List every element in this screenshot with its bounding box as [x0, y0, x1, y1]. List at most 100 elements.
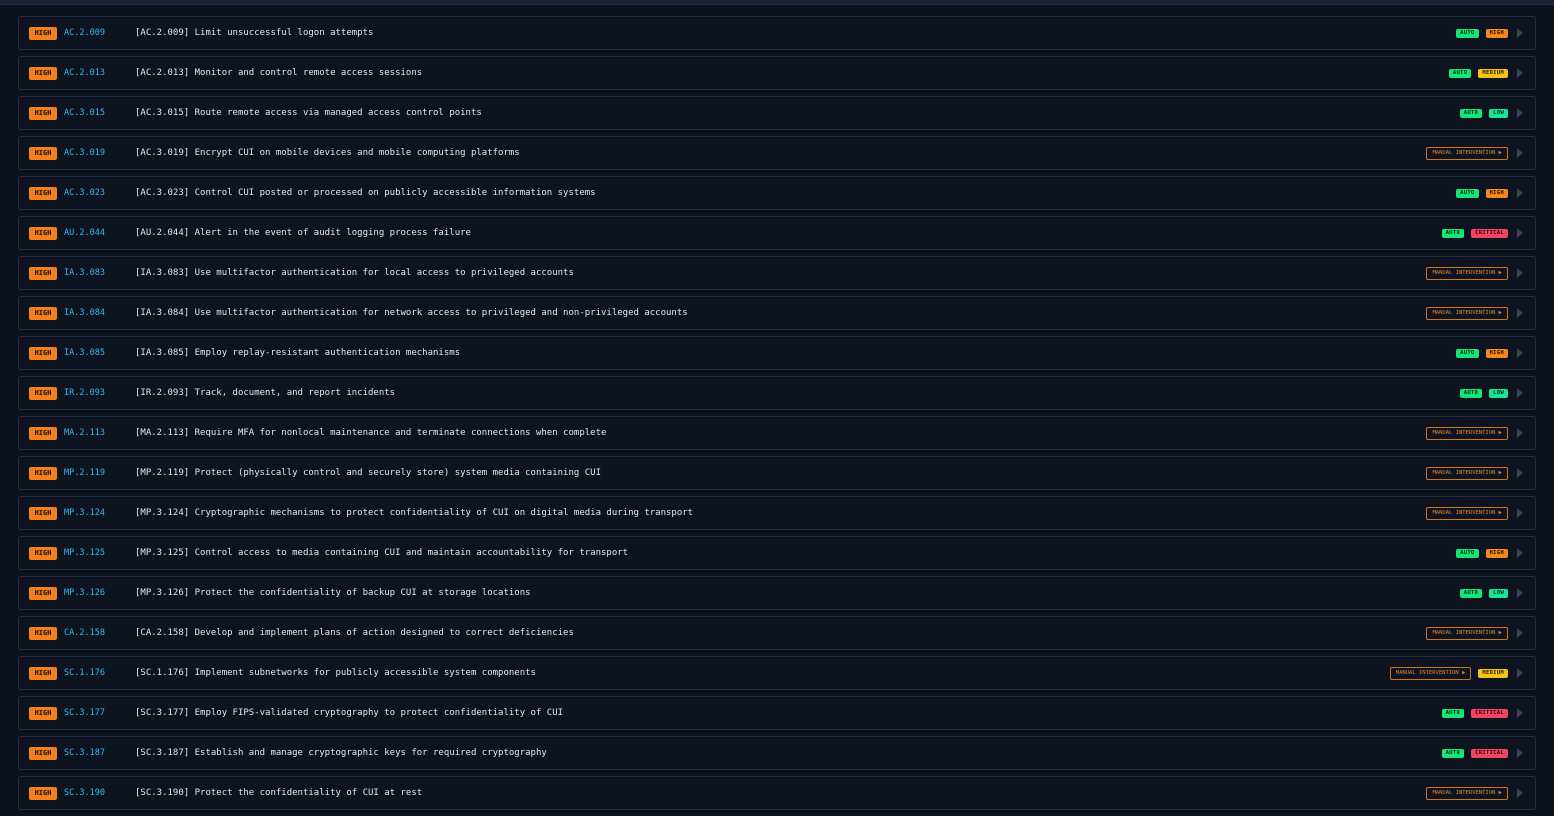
control-title: [CA.2.158] Develop and implement plans o… — [135, 628, 574, 638]
control-id-link[interactable]: IR.2.093 — [64, 387, 105, 400]
control-id-link[interactable]: IA.3.085 — [64, 347, 105, 360]
play-icon[interactable] — [1517, 148, 1523, 158]
play-icon[interactable] — [1517, 508, 1523, 518]
control-row[interactable]: HIGH AC.2.009 [AC.2.009] Limit unsuccessfu… — [18, 16, 1536, 50]
play-icon[interactable] — [1517, 28, 1523, 38]
control-row[interactable]: HIGH IA.3.085 [IA.3.085] Employ replay-res… — [18, 336, 1536, 370]
play-icon[interactable] — [1517, 308, 1523, 318]
control-row[interactable]: HIGH AU.2.044 [AU.2.044] Alert in the even… — [18, 216, 1536, 250]
play-icon[interactable] — [1517, 628, 1523, 638]
play-icon[interactable] — [1517, 428, 1523, 438]
control-row[interactable]: HIGH MA.2.113 [MA.2.113] Require MFA for n… — [18, 416, 1536, 450]
control-row[interactable]: HIGH AC.3.023 [AC.3.023] Control CUI poste… — [18, 176, 1536, 210]
row-actions: AUTO HIGH — [1456, 537, 1523, 569]
control-id-link[interactable]: IA.3.084 — [64, 307, 105, 320]
row-actions: MANUAL INTERVENTION ▶ — [1426, 497, 1523, 529]
control-id-link[interactable]: MP.3.126 — [64, 587, 105, 600]
control-row[interactable]: HIGH SC.1.176 [SC.1.176] Implement subnetw… — [18, 656, 1536, 690]
control-row[interactable]: HIGH AC.2.013 [AC.2.013] Monitor and contr… — [18, 56, 1536, 90]
auto-badge: AUTO — [1456, 348, 1479, 358]
play-icon[interactable] — [1517, 388, 1523, 398]
control-id-link[interactable]: SC.3.187 — [64, 747, 105, 760]
control-title: [MA.2.113] Require MFA for nonlocal main… — [135, 428, 607, 438]
control-id-link[interactable]: CA.2.158 — [64, 627, 105, 640]
control-title: [AC.3.023] Control CUI posted or process… — [135, 188, 596, 198]
control-title: [AC.2.013] Monitor and control remote ac… — [135, 68, 423, 78]
control-id-link[interactable]: MA.2.113 — [64, 427, 105, 440]
control-id-link[interactable]: SC.1.176 — [64, 667, 105, 680]
play-icon[interactable] — [1517, 788, 1523, 798]
play-icon[interactable] — [1517, 68, 1523, 78]
control-title: [MP.3.124] Cryptographic mechanisms to p… — [135, 508, 694, 518]
control-id-link[interactable]: AC.2.009 — [64, 27, 105, 40]
manual-intervention-button[interactable]: MANUAL INTERVENTION ▶ — [1389, 666, 1472, 680]
control-row[interactable]: HIGH SC.3.190 [SC.3.190] Protect the confi… — [18, 776, 1536, 810]
control-id-link[interactable]: SC.3.177 — [64, 707, 105, 720]
control-row[interactable]: HIGH MP.3.126 [MP.3.126] Protect the confi… — [18, 576, 1536, 610]
control-id-link[interactable]: AC.2.013 — [64, 67, 105, 80]
manual-intervention-button[interactable]: MANUAL INTERVENTION ▶ — [1426, 266, 1508, 280]
risk-badge: HIGH — [1485, 348, 1508, 358]
control-title: [IA.3.083] Use multifactor authenticatio… — [135, 268, 574, 278]
play-icon[interactable] — [1517, 188, 1523, 198]
severity-badge: HIGH — [29, 347, 57, 360]
manual-intervention-button[interactable]: MANUAL INTERVENTION ▶ — [1426, 306, 1508, 320]
row-actions: AUTO LOW — [1459, 377, 1523, 409]
play-icon[interactable] — [1517, 108, 1523, 118]
control-id-link[interactable]: MP.3.124 — [64, 507, 105, 520]
auto-badge: AUTO — [1441, 748, 1465, 758]
play-icon[interactable] — [1517, 588, 1523, 598]
control-id-link[interactable]: AC.3.023 — [64, 187, 105, 200]
severity-badge: HIGH — [29, 627, 57, 640]
control-row[interactable]: HIGH SC.3.177 [SC.3.177] Employ FIPS-valid… — [18, 696, 1536, 730]
manual-intervention-button[interactable]: MANUAL INTERVENTION ▶ — [1426, 506, 1508, 520]
play-icon[interactable] — [1517, 548, 1523, 558]
control-row[interactable]: HIGH IR.2.093 [IR.2.093] Track, document, … — [18, 376, 1536, 410]
risk-badge: HIGH — [1485, 548, 1508, 558]
auto-badge: AUTO — [1456, 188, 1479, 198]
manual-intervention-button[interactable]: MANUAL INTERVENTION ▶ — [1426, 786, 1508, 800]
control-row[interactable]: HIGH IA.3.083 [IA.3.083] Use multifactor a… — [18, 256, 1536, 290]
control-row[interactable]: HIGH AC.3.015 [AC.3.015] Route remote acce… — [18, 96, 1536, 130]
risk-badge: MEDIUM — [1478, 668, 1508, 678]
control-row[interactable]: HIGH SC.3.187 [SC.3.187] Establish and man… — [18, 736, 1536, 770]
control-title: [IR.2.093] Track, document, and report i… — [135, 388, 396, 398]
control-title: [SC.1.176] Implement subnetworks for pub… — [135, 668, 536, 678]
control-row[interactable]: HIGH IA.3.084 [IA.3.084] Use multifactor a… — [18, 296, 1536, 330]
row-actions: MANUAL INTERVENTION ▶ — [1426, 457, 1523, 489]
control-row[interactable]: HIGH MP.2.119 [MP.2.119] Protect (physical… — [18, 456, 1536, 490]
row-actions: AUTO LOW — [1459, 577, 1523, 609]
control-row[interactable]: HIGH MP.3.124 [MP.3.124] Cryptographic mec… — [18, 496, 1536, 530]
manual-intervention-button[interactable]: MANUAL INTERVENTION ▶ — [1426, 466, 1508, 480]
control-id-link[interactable]: SC.3.190 — [64, 787, 105, 800]
control-id-link[interactable]: AC.3.019 — [64, 147, 105, 160]
play-icon[interactable] — [1517, 748, 1523, 758]
play-icon[interactable] — [1517, 228, 1523, 238]
risk-badge: CRITICAL — [1471, 748, 1508, 758]
control-list: HIGH AC.2.009 [AC.2.009] Limit unsuccessfu… — [18, 16, 1536, 816]
row-actions: MANUAL INTERVENTION ▶ MEDIUM — [1389, 657, 1523, 689]
manual-intervention-button[interactable]: MANUAL INTERVENTION ▶ — [1426, 426, 1508, 440]
play-icon[interactable] — [1517, 348, 1523, 358]
manual-intervention-button[interactable]: MANUAL INTERVENTION ▶ — [1426, 146, 1508, 160]
control-id-link[interactable]: MP.3.125 — [64, 547, 105, 560]
risk-badge: LOW — [1489, 588, 1508, 598]
severity-badge: HIGH — [29, 387, 57, 400]
auto-badge: AUTO — [1456, 28, 1479, 38]
play-icon[interactable] — [1517, 268, 1523, 278]
manual-intervention-button[interactable]: MANUAL INTERVENTION ▶ — [1426, 626, 1508, 640]
control-title: [MP.2.119] Protect (physically control a… — [135, 468, 601, 478]
row-actions: MANUAL INTERVENTION ▶ — [1426, 297, 1523, 329]
auto-badge: AUTO — [1448, 68, 1472, 78]
control-row[interactable]: HIGH AC.3.019 [AC.3.019] Encrypt CUI on mo… — [18, 136, 1536, 170]
play-icon[interactable] — [1517, 668, 1523, 678]
control-row[interactable]: HIGH MP.3.125 [MP.3.125] Control access to… — [18, 536, 1536, 570]
control-id-link[interactable]: MP.2.119 — [64, 467, 105, 480]
play-icon[interactable] — [1517, 708, 1523, 718]
control-row[interactable]: HIGH CA.2.158 [CA.2.158] Develop and imple… — [18, 616, 1536, 650]
auto-badge: AUTO — [1441, 708, 1465, 718]
control-id-link[interactable]: AU.2.044 — [64, 227, 105, 240]
control-id-link[interactable]: AC.3.015 — [64, 107, 105, 120]
play-icon[interactable] — [1517, 468, 1523, 478]
control-id-link[interactable]: IA.3.083 — [64, 267, 105, 280]
